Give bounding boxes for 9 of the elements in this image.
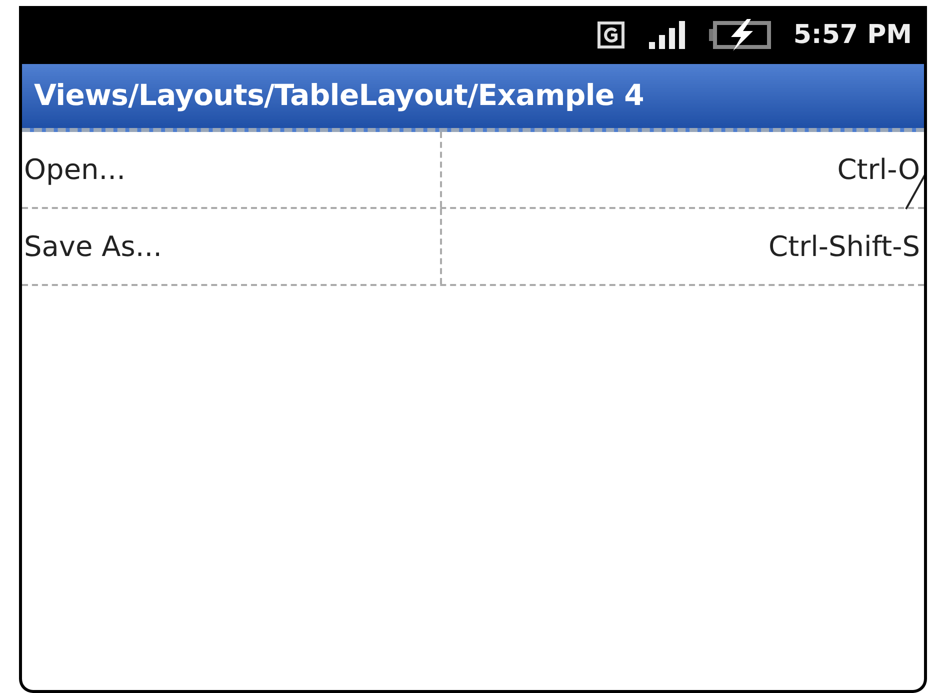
- battery-charging-icon: [709, 17, 772, 53]
- table-cell-text: Open...: [24, 152, 126, 188]
- table-cell-text: Save As...: [24, 228, 162, 264]
- status-time: 5:57 PM: [793, 18, 912, 52]
- signal-icon: [647, 20, 688, 50]
- table-cell-text: Ctrl-O: [837, 152, 920, 188]
- table-cell-text: Ctrl-Shift-S: [768, 228, 920, 264]
- title-bar: Views/Layouts/TableLayout/Example 4: [22, 64, 924, 132]
- g-box-icon: [597, 21, 626, 49]
